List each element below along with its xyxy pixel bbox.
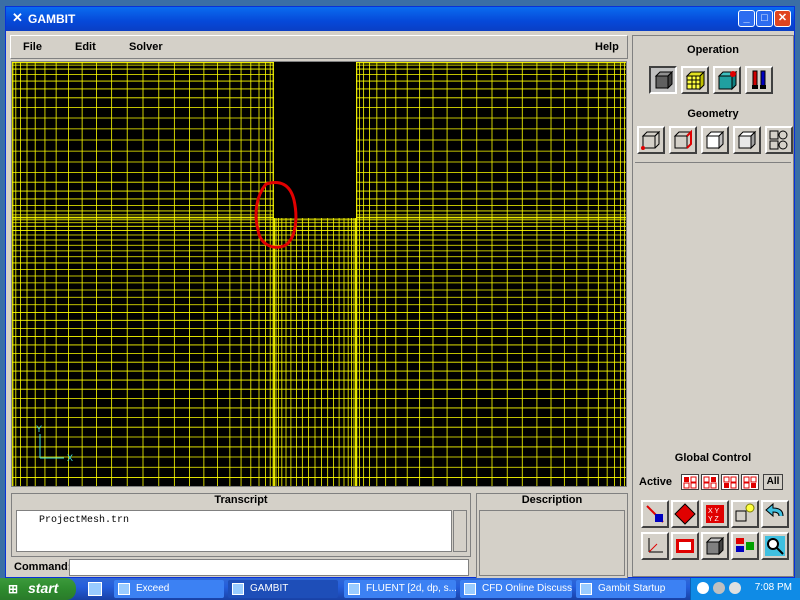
close-button[interactable]: ✕	[774, 10, 791, 27]
magnifier-icon	[765, 536, 785, 556]
transcript-area[interactable]: ProjectMesh.trn	[16, 510, 452, 552]
edge-cube-icon	[673, 129, 693, 149]
transcript-panel: Transcript ProjectMesh.trn	[11, 493, 471, 557]
tray-speaker-icon[interactable]	[713, 582, 725, 594]
svg-text:X Y: X Y	[708, 508, 719, 515]
gambit-icon	[232, 583, 244, 595]
menu-file[interactable]: File	[23, 41, 42, 53]
title-bar[interactable]: ✕ GAMBIT _ □ ✕	[6, 7, 794, 31]
taskbar-item-fluent[interactable]: FLUENT [2d, dp, s...	[344, 580, 456, 598]
zoom-button[interactable]	[761, 532, 789, 560]
tools-icon	[752, 70, 766, 89]
render-model-button[interactable]	[731, 500, 759, 528]
geometry-group-button[interactable]	[765, 126, 793, 154]
active-graphics-quadrant-1[interactable]	[681, 474, 699, 490]
menu-edit[interactable]: Edit	[75, 41, 96, 53]
mesh-cube-icon	[685, 70, 706, 91]
zones-icon	[717, 70, 738, 91]
menu-help[interactable]: Help	[595, 41, 619, 53]
taskbar-item-exceed[interactable]: Exceed	[114, 580, 224, 598]
operation-mesh-button[interactable]	[681, 66, 709, 94]
color-blocks-icon	[736, 538, 754, 552]
undo-arrow-icon	[765, 502, 784, 518]
gambit-startup-icon	[580, 583, 592, 595]
orient-model-button[interactable]: X YY Z	[701, 500, 729, 528]
geometry-face-button[interactable]	[701, 126, 729, 154]
active-label: Active	[639, 476, 673, 488]
menu-solver[interactable]: Solver	[129, 41, 163, 53]
xyz-axis-icon	[648, 538, 663, 553]
form-area	[635, 162, 791, 450]
volume-cube-icon	[737, 130, 757, 150]
global-control-title: Global Control	[674, 452, 752, 464]
transcript-line: ProjectMesh.trn	[39, 515, 130, 526]
description-area	[479, 510, 625, 576]
red-highlight-annotation	[254, 181, 298, 249]
active-all-button[interactable]: All	[763, 474, 783, 490]
start-label: start	[28, 580, 59, 596]
geometry-vertex-button[interactable]	[637, 126, 665, 154]
light-render-icon	[735, 503, 755, 522]
geometry-cube-icon	[654, 70, 674, 90]
taskbar-clock: 7:08 PM	[754, 582, 792, 593]
fit-window-icon	[646, 505, 664, 523]
axis-y-label: Y	[36, 424, 42, 434]
svg-text:Y Z: Y Z	[708, 516, 719, 523]
menu-bar: File Edit Solver Help	[10, 35, 628, 59]
color-mode-button[interactable]	[731, 532, 759, 560]
show-desktop-icon[interactable]	[88, 582, 102, 596]
group-shapes-icon	[769, 130, 788, 150]
shaded-cube-icon	[705, 536, 725, 556]
tray-network-icon[interactable]	[729, 582, 741, 594]
graphics-window[interactable]: Y X	[11, 61, 627, 487]
window-title: GAMBIT	[28, 12, 76, 26]
exceed-icon	[118, 583, 130, 595]
active-graphics-quadrant-2[interactable]	[701, 474, 719, 490]
taskbar: ⊞ start Exceed GAMBIT FLUENT [2d, dp, s.…	[0, 578, 800, 600]
description-panel: Description	[476, 493, 628, 579]
operation-tools-button[interactable]	[745, 66, 773, 94]
taskbar-item-gambit[interactable]: GAMBIT	[228, 580, 338, 598]
pivot-diamond-icon	[674, 503, 696, 525]
specify-display-button[interactable]	[671, 532, 699, 560]
command-label: Command:	[14, 561, 72, 573]
tray-arrow-icon[interactable]	[697, 582, 709, 594]
operation-title: Operation	[687, 44, 739, 56]
geometry-title: Geometry	[687, 108, 739, 120]
transcript-scrollbar[interactable]	[453, 510, 467, 552]
command-input[interactable]	[69, 559, 469, 576]
right-panel: Operation Geometry Global Control Active…	[632, 35, 794, 577]
operation-geometry-button[interactable]	[649, 66, 677, 94]
undo-button[interactable]	[761, 500, 789, 528]
active-graphics-quadrant-4[interactable]	[741, 474, 759, 490]
gambit-logo-icon: ✕	[12, 10, 23, 25]
fit-to-window-button[interactable]	[641, 500, 669, 528]
gambit-window: ✕ GAMBIT _ □ ✕ File Edit Solver Help Y X…	[5, 6, 795, 579]
start-button[interactable]: ⊞ start	[0, 578, 76, 600]
shading-button[interactable]	[701, 532, 729, 560]
orient-axes-icon: X YY Z	[706, 505, 724, 523]
windows-logo-icon: ⊞	[8, 582, 19, 596]
taskbar-item-cfd-online[interactable]: CFD Online Discuss...	[460, 580, 572, 598]
mesh-canvas[interactable]: Y X	[12, 62, 627, 487]
orient-axis-button[interactable]	[641, 532, 669, 560]
fluent-icon	[348, 583, 360, 595]
select-pivot-button[interactable]	[671, 500, 699, 528]
taskbar-item-gambit-startup[interactable]: Gambit Startup	[576, 580, 686, 598]
description-title: Description	[521, 494, 583, 506]
display-attributes-icon	[676, 539, 694, 553]
command-row: Command:	[11, 559, 471, 577]
operation-zones-button[interactable]	[713, 66, 741, 94]
face-cube-icon	[705, 130, 725, 150]
browser-icon	[464, 583, 476, 595]
transcript-title: Transcript	[214, 494, 268, 506]
minimize-button[interactable]: _	[738, 10, 755, 27]
vertex-cube-icon	[641, 130, 661, 150]
system-tray: 7:08 PM	[690, 578, 800, 600]
axis-x-label: X	[67, 453, 73, 463]
geometry-edge-button[interactable]	[669, 126, 697, 154]
maximize-button[interactable]: □	[756, 10, 773, 27]
geometry-volume-button[interactable]	[733, 126, 761, 154]
active-graphics-quadrant-3[interactable]	[721, 474, 739, 490]
